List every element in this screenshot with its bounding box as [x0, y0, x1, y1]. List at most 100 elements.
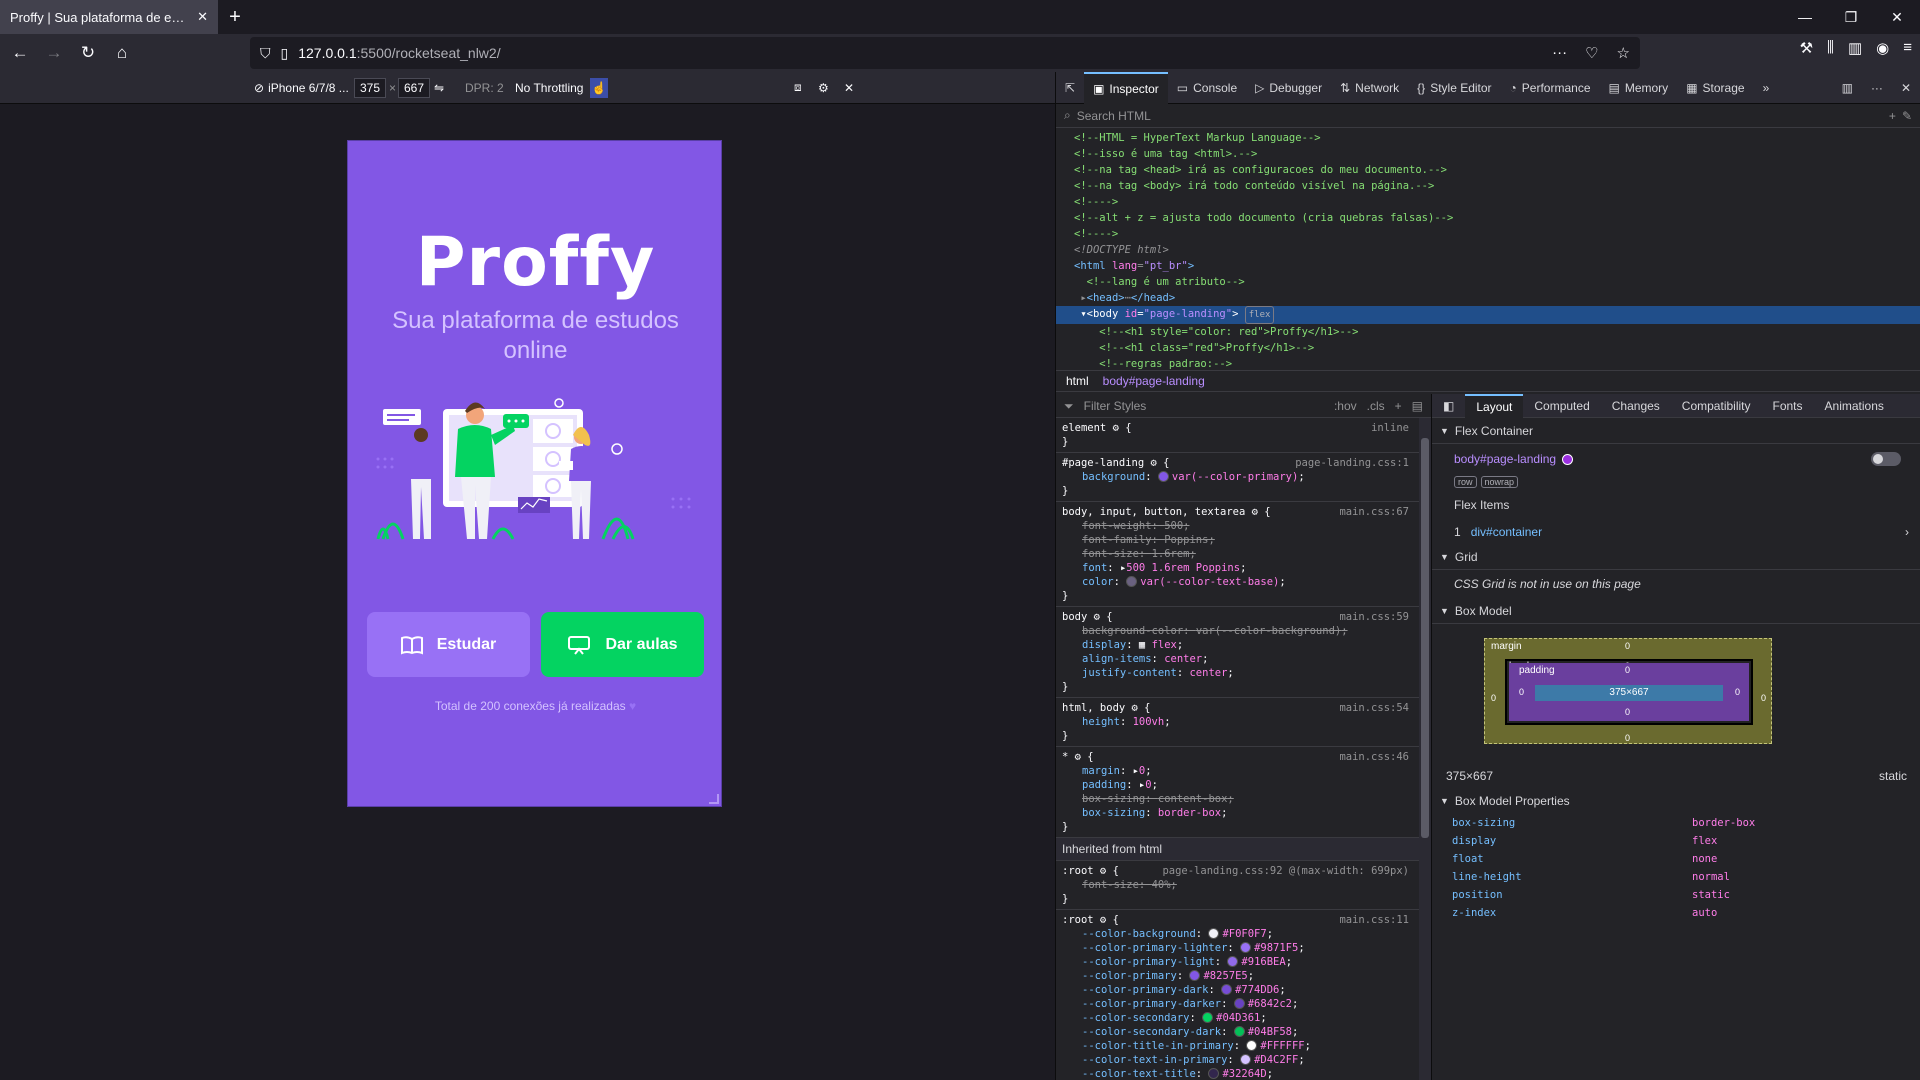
tab-style-editor[interactable]: {} Style Editor	[1408, 72, 1500, 104]
total-connections: Total de 200 conexões já realizadas ♥	[348, 699, 721, 713]
flex-container-row: body#page-landing	[1432, 444, 1920, 474]
flex-container-section[interactable]: ▼ Flex Container	[1432, 418, 1920, 444]
hov-toggle[interactable]: :hov	[1334, 399, 1357, 413]
box-border[interactable]: border 0 padding 0 0 0 0 375×667	[1505, 659, 1753, 725]
add-node-icon[interactable]: +	[1889, 109, 1896, 123]
restore-icon[interactable]: ❐	[1828, 0, 1874, 34]
devtools-menu-icon[interactable]: ···	[1862, 72, 1892, 104]
bookmark-star-icon[interactable]: ☆	[1617, 44, 1630, 62]
box-content[interactable]: 375×667	[1535, 685, 1723, 701]
toggle-pane-icon[interactable]: ◧	[1432, 394, 1465, 418]
breadcrumb-item[interactable]: body#page-landing	[1103, 374, 1205, 388]
dock-icon[interactable]: ▥	[1833, 72, 1862, 104]
grid-section[interactable]: ▼ Grid	[1432, 544, 1920, 570]
tab-animations[interactable]: Animations	[1814, 394, 1895, 418]
home-icon[interactable]: ⌂	[108, 39, 136, 67]
close-icon[interactable]: ✕	[197, 9, 208, 25]
layout-panel: ◧ Layout Computed Changes Compatibility …	[1432, 394, 1920, 1080]
eyedropper-icon[interactable]: ✎	[1902, 109, 1912, 123]
width-input[interactable]: 375	[354, 77, 386, 98]
markup-line[interactable]: <!--isso é uma tag <html>.-->	[1056, 146, 1920, 162]
touch-icon[interactable]: ☝	[590, 77, 608, 98]
browser-tab[interactable]: Proffy | Sua plataforma de estudos ✕	[0, 0, 218, 34]
tab-debugger[interactable]: ▷ Debugger	[1246, 72, 1331, 104]
flex-item-row[interactable]: 1 div#container ›	[1432, 520, 1920, 544]
rules-scrollbar[interactable]	[1419, 418, 1431, 1080]
shield-icon[interactable]: ⛉	[260, 45, 271, 62]
box-padding[interactable]: padding 0 0 0 0 375×667	[1509, 663, 1749, 721]
tab-performance[interactable]: ◔ Performance	[1501, 72, 1600, 104]
markup-line[interactable]: <!--alt + z = ajusta todo documento (cri…	[1056, 210, 1920, 226]
tab-computed[interactable]: Computed	[1523, 394, 1600, 418]
minimize-icon[interactable]: —	[1782, 0, 1828, 34]
reload-icon[interactable]: ↻	[74, 39, 102, 67]
print-icon[interactable]: ▤	[1412, 399, 1423, 413]
wrench-icon[interactable]: ⚒	[1800, 39, 1813, 57]
study-button[interactable]: Estudar	[367, 612, 530, 677]
tab-layout[interactable]: Layout	[1465, 394, 1524, 418]
search-html[interactable]: ⌕ Search HTML + ✎	[1056, 104, 1920, 128]
pocket-icon[interactable]: ♡	[1585, 44, 1598, 62]
flex-container-element[interactable]: body#page-landing	[1454, 452, 1556, 466]
new-tab-button[interactable]: +	[218, 6, 252, 29]
markup-line[interactable]: <html lang="pt_br">	[1056, 258, 1920, 274]
more-icon[interactable]: ···	[1552, 44, 1567, 62]
markup-line[interactable]: <!--na tag <body> irá todo conteúdo visí…	[1056, 178, 1920, 194]
throttling-select[interactable]: No Throttling	[515, 81, 583, 95]
settings-gear-icon[interactable]: ⚙	[818, 81, 829, 95]
markup-line[interactable]: <!--<h1 class="red">Proffy</h1>-->	[1056, 340, 1920, 356]
markup-line[interactable]: <!--<h1 style="color: red">Proffy</h1>--…	[1056, 324, 1920, 340]
tab-changes[interactable]: Changes	[1601, 394, 1671, 418]
tab-memory[interactable]: ▤ Memory	[1600, 72, 1678, 104]
height-input[interactable]: 667	[398, 77, 430, 98]
box-margin[interactable]: margin 0 0 0 0 border 0 padding 0 0 0 0	[1484, 638, 1772, 744]
add-rule-icon[interactable]: +	[1395, 399, 1402, 413]
flex-item[interactable]: div#container	[1471, 525, 1542, 539]
rotate-icon[interactable]: ⇋	[434, 81, 444, 95]
tab-fonts[interactable]: Fonts	[1762, 394, 1814, 418]
screenshot-icon[interactable]: ⧈	[794, 80, 802, 95]
close-devtools-icon[interactable]: ✕	[1892, 72, 1920, 104]
tab-console[interactable]: ▭ Console	[1168, 72, 1246, 104]
markup-line[interactable]: <!---->	[1056, 226, 1920, 242]
markup-line[interactable]: <!--regras padrao:-->	[1056, 356, 1920, 370]
padding-label: padding	[1519, 665, 1555, 676]
tab-inspector[interactable]: ▣ Inspector	[1084, 71, 1168, 104]
tab-compatibility[interactable]: Compatibility	[1671, 394, 1762, 418]
flex-highlight-toggle[interactable]	[1871, 452, 1901, 466]
account-icon[interactable]: ◉	[1876, 39, 1889, 57]
overflow-chevron-icon[interactable]: »	[1754, 72, 1779, 104]
markup-line-selected[interactable]: ▾<body id="page-landing"> flex	[1056, 306, 1920, 324]
box-model-section[interactable]: ▼ Box Model	[1432, 598, 1920, 624]
tab-network[interactable]: ⇅ Network	[1331, 72, 1408, 104]
forward-icon[interactable]: →	[40, 39, 68, 67]
box-model-properties-section[interactable]: ▼ Box Model Properties	[1432, 788, 1920, 814]
library-icon[interactable]: ⫼	[1827, 39, 1834, 57]
close-window-icon[interactable]: ✕	[1874, 0, 1920, 34]
url-bar[interactable]: ⛉ ▯ 127.0.0.1:5500/rocketseat_nlw2/ ··· …	[250, 37, 1640, 69]
sidebar-icon[interactable]: ▥	[1848, 39, 1862, 57]
highlight-color-icon[interactable]	[1562, 453, 1574, 465]
markup-line[interactable]: <!---->	[1056, 194, 1920, 210]
markup-line[interactable]: <!--lang é um atributo-->	[1056, 274, 1920, 290]
markup-line[interactable]: ▸<head>⋯</head>	[1056, 290, 1920, 306]
cls-toggle[interactable]: .cls	[1367, 399, 1385, 413]
section-title: Grid	[1454, 549, 1478, 564]
rules-toolbar: ⏷ Filter Styles :hov .cls + ▤	[1056, 394, 1431, 418]
breadcrumb-item[interactable]: html	[1066, 374, 1089, 388]
dpr-select[interactable]: DPR: 2	[465, 81, 504, 95]
markup-line[interactable]: <!DOCTYPE html>	[1056, 242, 1920, 258]
nav-bar: ← → ↻ ⌂ ⛉ ▯ 127.0.0.1:5500/rocketseat_nl…	[0, 34, 1920, 72]
markup-line[interactable]: <!--HTML = HyperText Markup Language-->	[1056, 130, 1920, 146]
resize-handle[interactable]	[709, 794, 719, 804]
close-rdm-icon[interactable]: ✕	[844, 81, 854, 95]
pick-element-icon[interactable]: ⇱	[1056, 72, 1084, 104]
give-classes-button[interactable]: Dar aulas	[541, 612, 704, 677]
filter-styles-input[interactable]: Filter Styles	[1084, 399, 1147, 413]
markup-line[interactable]: <!--na tag <head> irá as configuracoes d…	[1056, 162, 1920, 178]
tab-storage[interactable]: ▦ Storage	[1677, 72, 1753, 104]
device-select[interactable]: iPhone 6/7/8 ...	[268, 81, 349, 95]
back-icon[interactable]: ←	[6, 39, 34, 67]
menu-icon[interactable]: ≡	[1903, 39, 1912, 57]
search-html-input[interactable]: Search HTML	[1077, 109, 1151, 123]
